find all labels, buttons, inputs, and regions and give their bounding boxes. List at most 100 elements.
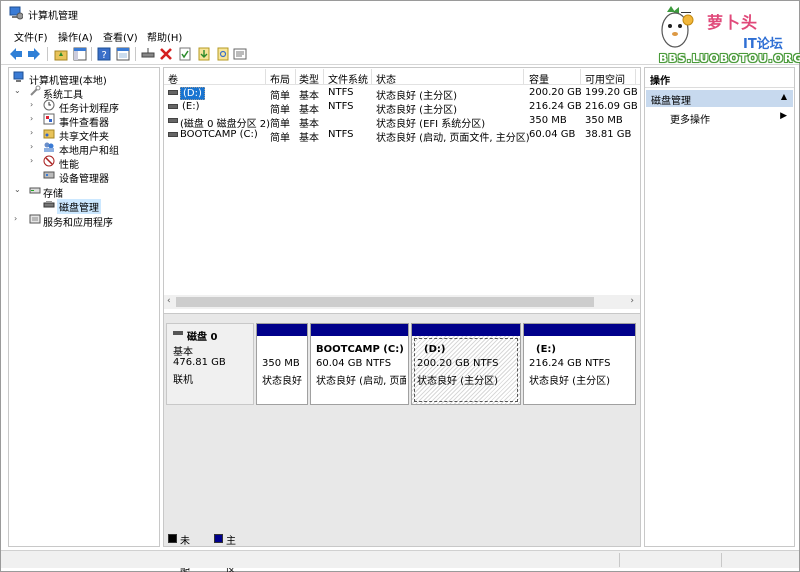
- volume-free-space: 199.20 GB: [585, 87, 638, 98]
- connect-drive-icon[interactable]: [141, 47, 155, 61]
- disk-icon: [173, 331, 183, 335]
- collapse-up-icon[interactable]: ▲: [781, 92, 787, 101]
- expand-icon[interactable]: ›: [30, 115, 38, 123]
- disk-management-pane: 卷 布局 类型 文件系统 状态 容量 可用空间 (D:) 简单 基本 NTFS …: [163, 67, 641, 572]
- svg-text:?: ?: [102, 50, 107, 61]
- partition-bootcamp-c[interactable]: BOOTCAMP (C:) 60.04 GB NTFS 状态良好 (启动, 页面: [310, 323, 409, 405]
- actions-section-disk-management[interactable]: 磁盘管理 ▲: [646, 90, 793, 107]
- volume-row[interactable]: (D:) 简单 基本 NTFS 状态良好 (主分区) 200.20 GB 199…: [164, 86, 640, 102]
- volume-list-header: 卷 布局 类型 文件系统 状态 容量 可用空间: [164, 68, 640, 86]
- status-bar: [1, 550, 799, 568]
- show-hide-tree-icon[interactable]: [73, 47, 87, 61]
- expand-icon[interactable]: ›: [30, 129, 38, 137]
- expand-icon[interactable]: ›: [30, 157, 38, 165]
- delete-icon[interactable]: [159, 47, 173, 61]
- toolbar-separator: [91, 47, 92, 61]
- up-folder-icon[interactable]: [54, 47, 68, 61]
- volume-name: BOOTCAMP (C:): [180, 129, 258, 140]
- scrollbar-thumb[interactable]: [176, 297, 594, 307]
- toolbar-separator: [135, 47, 136, 61]
- volume-layout: 简单: [270, 133, 290, 144]
- toolbar: ?: [1, 43, 799, 65]
- column-header-type[interactable]: 类型: [299, 71, 319, 86]
- horizontal-scrollbar[interactable]: ‹ ›: [164, 295, 640, 309]
- shared-folder-icon: [43, 129, 55, 139]
- column-divider[interactable]: [323, 69, 324, 84]
- storage-icon: [29, 187, 41, 194]
- column-divider[interactable]: [523, 69, 524, 84]
- more-actions-item[interactable]: 更多操作 ▶: [646, 109, 793, 126]
- column-header-filesystem[interactable]: 文件系统: [328, 71, 368, 86]
- column-header-volume[interactable]: 卷: [168, 71, 178, 86]
- column-divider[interactable]: [295, 69, 296, 84]
- navigation-tree: 计算机管理(本地) ⌄ 系统工具 › 任务计划程序 › 事件查看器 › 共享文件…: [8, 67, 160, 547]
- back-arrow-icon[interactable]: [9, 47, 23, 61]
- volume-row[interactable]: BOOTCAMP (C:) 简单 基本 NTFS 状态良好 (启动, 页面文件,…: [164, 128, 640, 144]
- expand-icon[interactable]: ›: [30, 143, 38, 151]
- computer-management-icon: [13, 71, 24, 82]
- column-divider[interactable]: [580, 69, 581, 84]
- computer-management-window: 计算机管理 萝卜头 IT论坛 BBS.LUOBOTOU.ORG 文件(F) 操作…: [0, 0, 800, 572]
- volume-filesystem: NTFS: [328, 87, 354, 98]
- volume-filesystem: NTFS: [328, 101, 354, 112]
- column-divider[interactable]: [265, 69, 266, 84]
- actions-title: 操作: [650, 76, 670, 87]
- device-manager-icon: [43, 171, 55, 179]
- scroll-left-icon[interactable]: ‹: [167, 296, 171, 306]
- import-icon[interactable]: [197, 47, 211, 61]
- partition-d-selected[interactable]: (D:) 200.20 GB NTFS 状态良好 (主分区): [411, 323, 521, 405]
- column-header-capacity[interactable]: 容量: [529, 71, 549, 86]
- console-icon[interactable]: [116, 47, 130, 61]
- partition-title: (E:): [536, 344, 556, 355]
- search-icon[interactable]: [216, 47, 230, 61]
- partition-e[interactable]: (E:) 216.24 GB NTFS 状态良好 (主分区): [523, 323, 636, 405]
- menu-help[interactable]: 帮助(H): [147, 29, 182, 44]
- partition-size: 350 MB: [262, 358, 300, 369]
- partition-status: 状态良好 (主分区): [529, 376, 610, 387]
- collapse-icon[interactable]: ⌄: [14, 186, 22, 194]
- check-icon[interactable]: [178, 47, 192, 61]
- tree-label: 共享文件夹: [59, 132, 109, 143]
- column-header-free-space[interactable]: 可用空间: [585, 71, 625, 86]
- menu-view[interactable]: 查看(V): [103, 29, 138, 44]
- logo-brand: 萝卜头: [707, 13, 759, 32]
- volume-row[interactable]: (磁盘 0 磁盘分区 2) 简单 基本 状态良好 (EFI 系统分区) 350 …: [164, 114, 640, 130]
- volume-name: (D:): [180, 87, 205, 100]
- expand-icon[interactable]: ›: [30, 101, 38, 109]
- volume-type: 基本: [299, 133, 319, 144]
- column-divider[interactable]: [371, 69, 372, 84]
- tree-label: 磁盘管理: [57, 199, 101, 214]
- column-header-status[interactable]: 状态: [376, 71, 396, 86]
- column-divider[interactable]: [635, 69, 636, 84]
- tree-label: 事件查看器: [59, 118, 109, 129]
- disk-size: 476.81 GB: [173, 357, 226, 368]
- forward-arrow-icon[interactable]: [27, 47, 41, 61]
- scroll-right-icon[interactable]: ›: [630, 296, 634, 306]
- performance-icon: [43, 155, 55, 167]
- status-divider: [619, 553, 620, 567]
- disk-0-info[interactable]: 磁盘 0 基本 476.81 GB 联机: [166, 323, 254, 405]
- event-viewer-icon: [43, 113, 55, 125]
- menu-bar: 文件(F) 操作(A) 查看(V) 帮助(H): [1, 26, 641, 44]
- menu-file[interactable]: 文件(F): [14, 29, 48, 44]
- collapse-icon[interactable]: ⌄: [14, 87, 22, 95]
- menu-action[interactable]: 操作(A): [58, 29, 93, 44]
- volume-filesystem: NTFS: [328, 129, 354, 140]
- toolbar-separator: [47, 47, 48, 61]
- volume-icon: [168, 104, 178, 109]
- primary-partition-bar: [311, 324, 408, 336]
- tree-label: 性能: [59, 160, 79, 171]
- partition-size: 60.04 GB NTFS: [316, 358, 392, 369]
- partition-efi[interactable]: 350 MB 状态良好: [256, 323, 308, 405]
- column-header-layout[interactable]: 布局: [270, 71, 290, 86]
- expand-icon[interactable]: ›: [14, 215, 22, 223]
- volume-row[interactable]: (E:) 简单 基本 NTFS 状态良好 (主分区) 216.24 GB 216…: [164, 100, 640, 116]
- disk-graphical-view: 磁盘 0 基本 476.81 GB 联机 350 MB 状态良好 BOOTCAM…: [164, 313, 640, 572]
- services-icon: [29, 214, 41, 224]
- computer-management-icon: [9, 6, 23, 20]
- volume-free-space: 216.09 GB: [585, 101, 638, 112]
- help-icon[interactable]: ?: [97, 47, 111, 61]
- properties-icon[interactable]: [233, 47, 247, 61]
- system-tools-icon: [30, 85, 41, 96]
- primary-partition-bar: [257, 324, 307, 336]
